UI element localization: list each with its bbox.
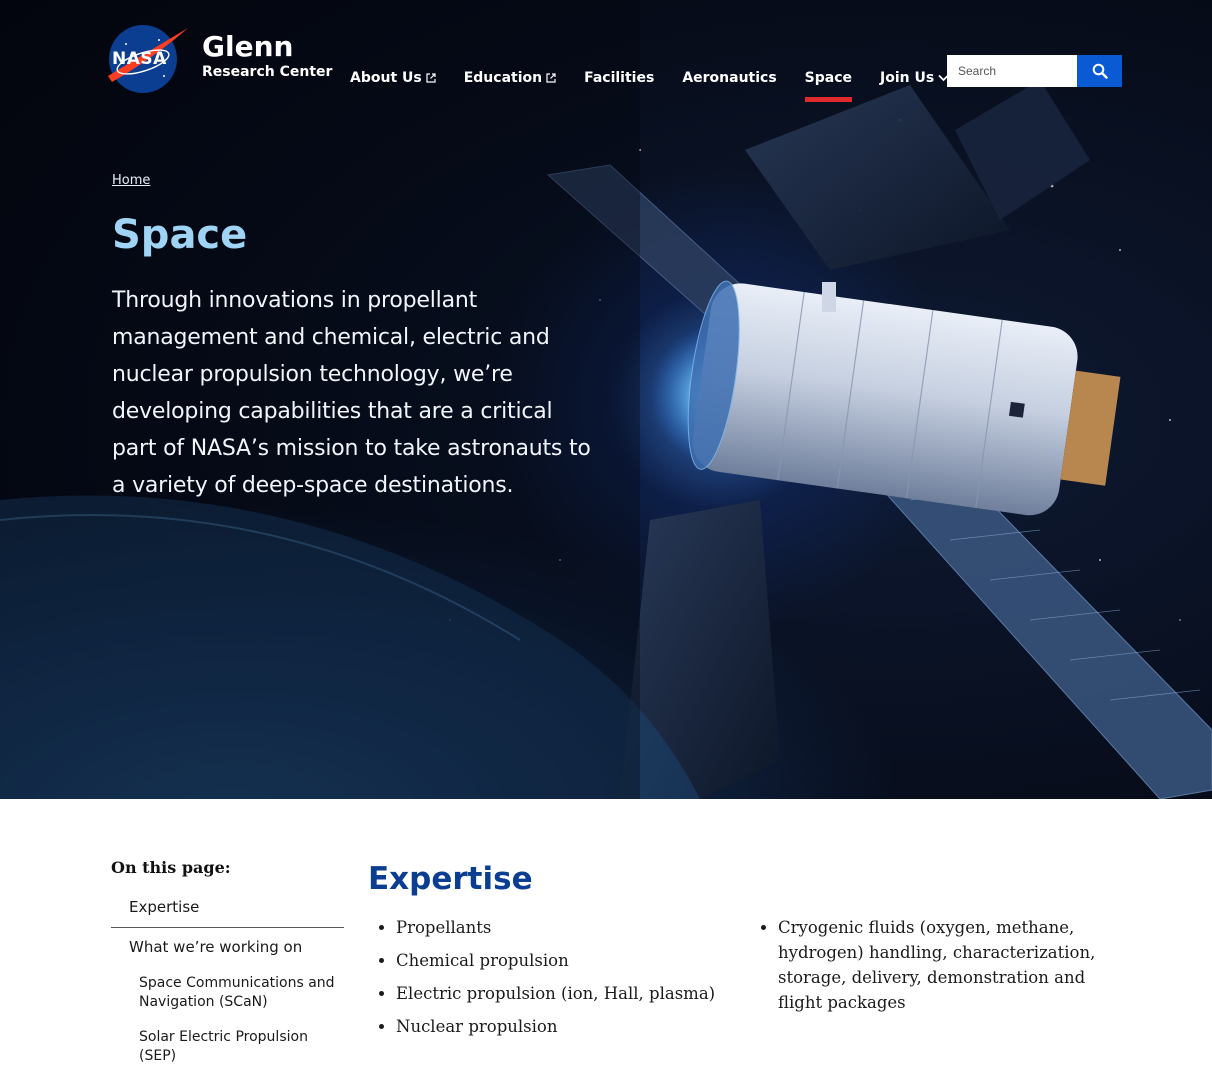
nasa-logo-text: NASA: [112, 49, 167, 69]
nav-item-space[interactable]: Space: [804, 67, 853, 102]
toc-item-expertise[interactable]: Expertise: [111, 898, 344, 928]
nav-item-label: About Us: [350, 70, 422, 86]
search-input[interactable]: [947, 55, 1077, 87]
nav-item-label: Education: [463, 70, 543, 86]
expertise-list-left: Propellants Chemical propulsion Electric…: [368, 915, 736, 1047]
expertise-heading: Expertise: [368, 861, 533, 897]
nav-item-education[interactable]: Education: [464, 67, 556, 89]
site-name-title: Glenn: [202, 30, 294, 63]
nav-item-aeronautics[interactable]: Aeronautics: [682, 67, 776, 89]
nav-item-label: Aeronautics: [682, 70, 777, 86]
hero-intro: Through innovations in propellant manage…: [112, 288, 591, 498]
nav-item-label: Space: [804, 70, 853, 86]
toc-item-sep[interactable]: Solar Electric Propulsion (SEP): [111, 1028, 344, 1066]
external-link-icon: [546, 73, 556, 83]
main-nav: About Us Education Facilities Aeronautic…: [350, 67, 977, 102]
hero-banner: NASA Glenn Research Center About Us Educ…: [0, 0, 1212, 799]
list-item: Electric propulsion (ion, Hall, plasma): [396, 981, 736, 1006]
toc-item-what-were-working-on[interactable]: What we’re working on: [111, 928, 344, 966]
list-item: Chemical propulsion: [396, 948, 736, 973]
on-this-page-nav: On this page: Expertise What we’re worki…: [111, 858, 344, 1082]
nav-item-join-us[interactable]: Join Us: [880, 67, 949, 89]
breadcrumb-home[interactable]: Home: [112, 173, 150, 188]
search-form: [947, 55, 1122, 87]
nav-item-facilities[interactable]: Facilities: [584, 67, 654, 89]
external-link-icon: [426, 73, 436, 83]
nav-item-label: Join Us: [880, 70, 935, 86]
nav-item-about-us[interactable]: About Us: [350, 67, 436, 89]
search-button[interactable]: [1077, 55, 1122, 87]
list-item: Cryogenic fluids (oxygen, methane, hydro…: [778, 915, 1128, 1015]
nasa-logo[interactable]: NASA: [104, 24, 190, 96]
expertise-list-right: Cryogenic fluids (oxygen, methane, hydro…: [750, 915, 1128, 1023]
list-item: Propellants: [396, 915, 736, 940]
list-item: Nuclear propulsion: [396, 1014, 736, 1039]
nav-item-label: Facilities: [584, 70, 655, 86]
search-icon: [1092, 63, 1108, 79]
page-title: Space: [112, 212, 248, 258]
site-name-subtitle: Research Center: [202, 64, 333, 80]
site-name[interactable]: Glenn Research Center: [202, 30, 332, 80]
toc-item-scan[interactable]: Space Communications and Navigation (SCa…: [111, 974, 344, 1012]
toc-title: On this page:: [111, 858, 231, 877]
